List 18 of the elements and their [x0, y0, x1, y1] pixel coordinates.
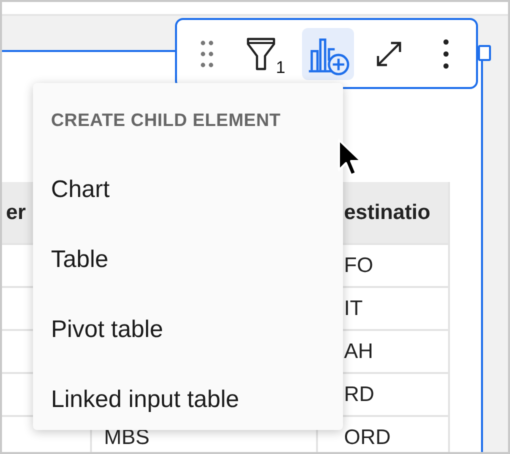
menu-heading: CREATE CHILD ELEMENT	[51, 109, 282, 132]
column-header[interactable]: estinatio	[344, 200, 430, 224]
filter-button[interactable]: 1	[242, 28, 290, 80]
table-cell: RD	[344, 382, 374, 406]
filter-icon	[246, 36, 276, 72]
filter-count: 1	[276, 58, 286, 78]
add-child-button[interactable]	[302, 28, 354, 80]
table-cell: IT	[344, 296, 363, 320]
menu-item[interactable]: Pivot table	[51, 300, 331, 360]
more-icon	[442, 38, 450, 70]
table-cell: ORD	[344, 426, 391, 450]
table-cell: FO	[344, 254, 374, 278]
drag-icon	[200, 38, 214, 68]
column-header[interactable]: er	[6, 200, 26, 224]
resize-handle[interactable]	[478, 45, 491, 61]
menu-item[interactable]: Chart	[51, 160, 331, 220]
menu-item[interactable]: Table	[51, 230, 331, 290]
table-cell: AH	[344, 340, 374, 364]
